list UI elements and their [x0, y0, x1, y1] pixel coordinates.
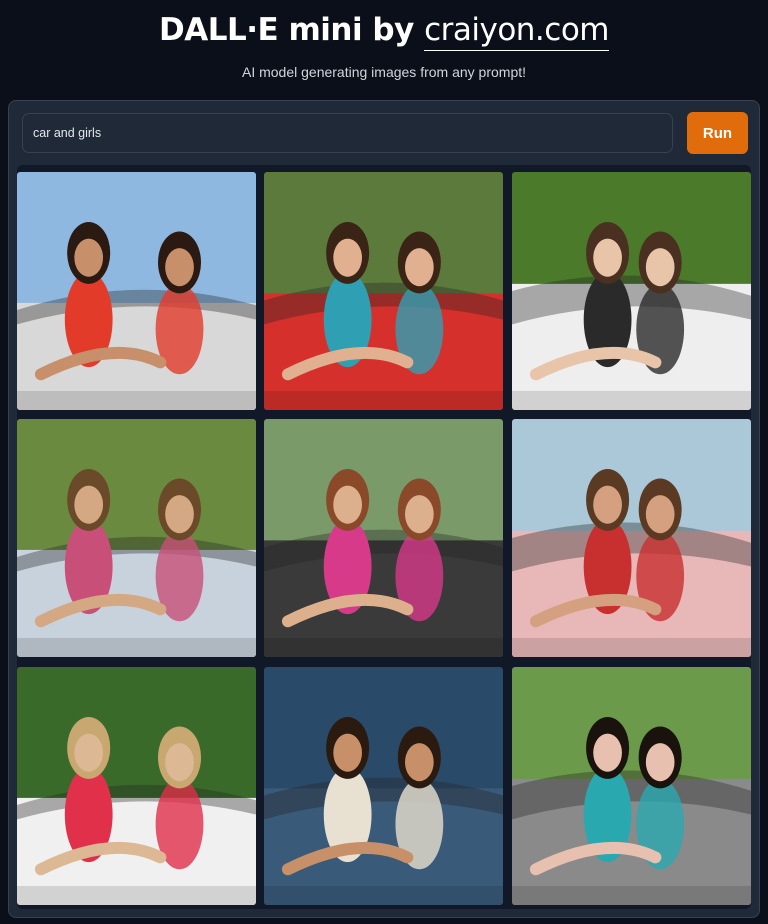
image-gallery — [17, 165, 751, 909]
generated-image-8[interactable] — [264, 667, 503, 905]
generated-image-5[interactable] — [264, 419, 503, 657]
page-title: DALL·E mini by craiyon.com — [0, 12, 768, 51]
generated-image-picture — [264, 667, 503, 905]
generated-image-6[interactable] — [512, 419, 751, 657]
generated-image-7[interactable] — [17, 667, 256, 905]
title-domain-link[interactable]: craiyon.com — [424, 12, 609, 51]
generated-image-picture — [512, 172, 751, 410]
generated-image-picture — [512, 419, 751, 657]
page-subtitle: AI model generating images from any prom… — [241, 64, 527, 80]
generated-image-picture — [512, 667, 751, 905]
prompt-row: Run — [22, 112, 748, 155]
generated-image-9[interactable] — [512, 667, 751, 905]
title-prefix: DALL·E mini by — [158, 12, 425, 48]
run-button[interactable]: Run — [687, 112, 748, 154]
generated-image-picture — [17, 667, 256, 905]
generated-image-picture — [17, 419, 256, 657]
generated-image-picture — [264, 172, 503, 410]
main-panel: Run — [8, 100, 760, 918]
generated-image-4[interactable] — [17, 419, 256, 657]
header: DALL·E mini by craiyon.com AI model gene… — [0, 0, 768, 100]
generated-image-3[interactable] — [512, 172, 751, 410]
generated-image-picture — [17, 172, 256, 410]
prompt-input[interactable] — [22, 113, 673, 153]
generated-image-2[interactable] — [264, 172, 503, 410]
generated-image-1[interactable] — [17, 172, 256, 410]
generated-image-picture — [264, 419, 503, 657]
